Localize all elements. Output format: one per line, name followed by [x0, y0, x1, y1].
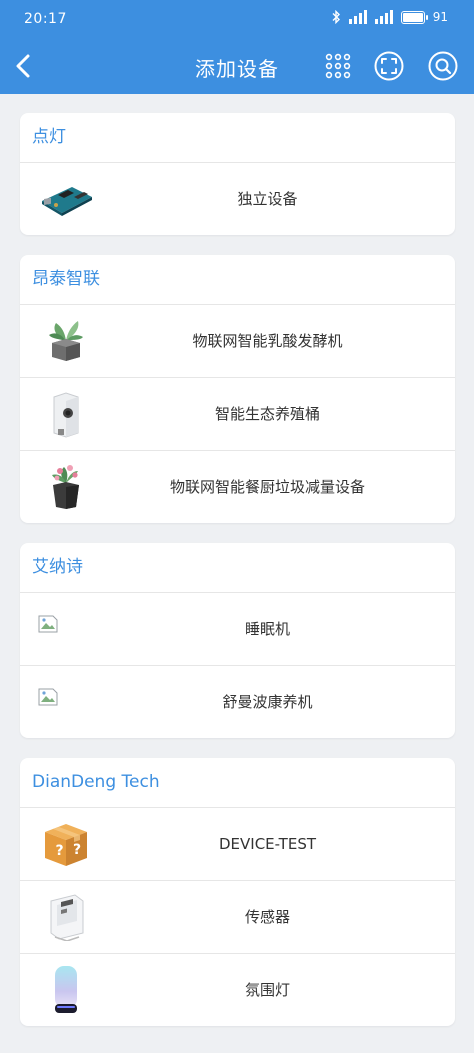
- device-label: 氛围灯: [244, 981, 290, 999]
- device-label: 舒曼波康养机: [222, 693, 313, 711]
- battery-level: 91: [432, 10, 448, 24]
- signal-icon-2: [374, 10, 393, 24]
- device-row-kitchen-waste[interactable]: 物联网智能餐厨垃圾减量设备: [20, 451, 455, 523]
- broken-image-icon: [38, 688, 58, 706]
- device-row-standalone[interactable]: 独立设备: [20, 163, 455, 235]
- scan-icon[interactable]: [374, 51, 404, 81]
- section-diandeng-tech: DianDeng Tech ? ? DEVICE-TEST 传感器 氛围灯: [20, 758, 455, 1026]
- device-label: 独立设备: [237, 190, 298, 208]
- bluetooth-icon: [332, 10, 340, 24]
- status-icons: 91: [331, 10, 448, 24]
- device-row-ambient-light[interactable]: 氛围灯: [20, 954, 455, 1026]
- search-icon[interactable]: [428, 51, 458, 81]
- section-angtai: 昂泰智联 物联网智能乳酸发酵机 智能生态养殖桶 物联网智能餐厨垃圾减量设备: [20, 255, 455, 523]
- device-label: 传感器: [244, 908, 290, 926]
- section-title: 昂泰智联: [20, 255, 455, 305]
- section-diandeng: 点灯 独立设备: [20, 113, 455, 235]
- device-row-breeding-bucket[interactable]: 智能生态养殖桶: [20, 378, 455, 451]
- device-label: DEVICE-TEST: [218, 835, 317, 853]
- section-title: 艾纳诗: [20, 543, 455, 593]
- section-title: 点灯: [20, 113, 455, 163]
- device-row-sensor[interactable]: 传感器: [20, 881, 455, 954]
- svg-text:?: ?: [56, 843, 64, 859]
- grid-menu-icon[interactable]: [323, 51, 353, 81]
- device-row-sleep-machine[interactable]: 睡眠机: [20, 593, 455, 666]
- device-label: 物联网智能乳酸发酵机: [192, 332, 343, 350]
- nav-bar: 添加设备: [0, 38, 474, 94]
- section-ainashi: 艾纳诗 睡眠机 舒曼波康养机: [20, 543, 455, 738]
- device-row-schumann-wave[interactable]: 舒曼波康养机: [20, 666, 455, 738]
- signal-icon-1: [348, 10, 367, 24]
- battery-icon: [400, 10, 428, 24]
- status-time: 20:17: [24, 11, 67, 27]
- section-title: DianDeng Tech: [20, 758, 455, 808]
- device-row-device-test[interactable]: ? ? DEVICE-TEST: [20, 808, 455, 881]
- device-label: 智能生态养殖桶: [214, 405, 320, 423]
- device-label: 物联网智能餐厨垃圾减量设备: [169, 478, 365, 496]
- broken-image-icon: [38, 615, 58, 633]
- status-bar: 20:17 91: [0, 0, 474, 38]
- device-row-lactic-fermenter[interactable]: 物联网智能乳酸发酵机: [20, 305, 455, 378]
- device-list: 点灯 独立设备 昂泰智联 物联网智能乳酸发酵机 智能生态养殖桶 物联网智能餐厨垃…: [20, 113, 455, 1046]
- device-label: 睡眠机: [244, 620, 290, 638]
